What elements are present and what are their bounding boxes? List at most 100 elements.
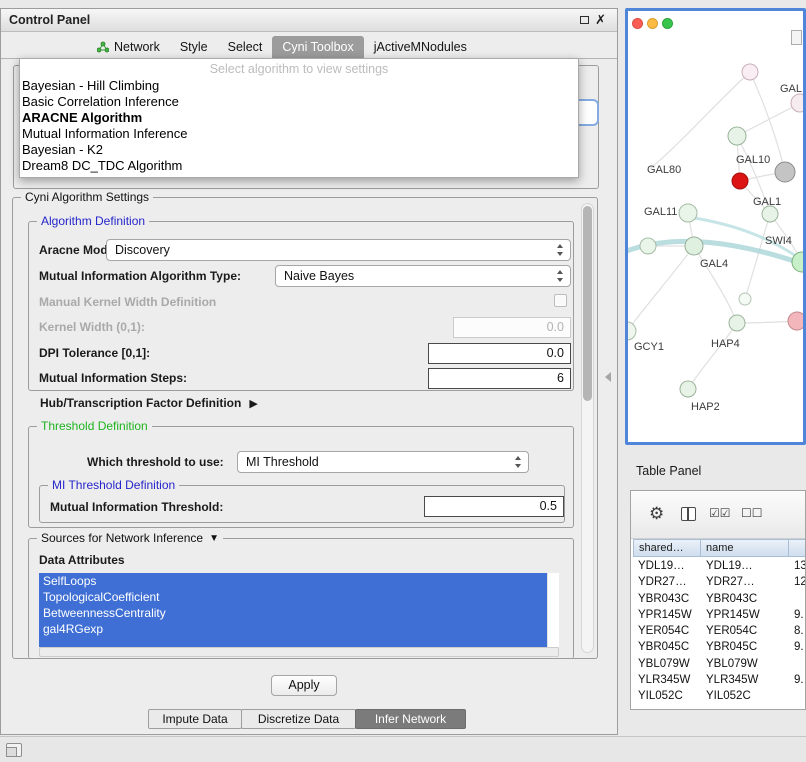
cell: 9. xyxy=(789,639,806,655)
dropdown-item[interactable]: Basic Correlation Inference xyxy=(20,94,578,110)
mi-type-select[interactable]: Naive Bayes xyxy=(275,265,571,287)
dropdown-item-selected[interactable]: ARACNE Algorithm xyxy=(20,110,578,126)
tab-cyni-toolbox[interactable]: Cyni Toolbox xyxy=(272,36,363,58)
node-label: GAL11 xyxy=(644,206,677,218)
table-row[interactable]: YBL079W YBL079W xyxy=(633,656,806,672)
column-header[interactable]: shared… xyxy=(633,539,701,557)
tab-style[interactable]: Style xyxy=(170,36,218,58)
aracne-mode-select[interactable]: Discovery xyxy=(106,239,571,261)
selected-value: MI Threshold xyxy=(246,455,319,469)
columns-icon[interactable] xyxy=(681,507,696,521)
network-node[interactable] xyxy=(739,293,751,305)
network-node-hap4[interactable] xyxy=(729,315,745,331)
sources-expander[interactable]: Sources for Network Inference ▼ xyxy=(37,531,223,545)
attribute-item-selected[interactable]: SelfLoops xyxy=(39,573,547,589)
gear-icon[interactable]: ⚙ xyxy=(649,502,664,526)
network-node-gal4[interactable] xyxy=(685,237,703,255)
table-row[interactable]: YIL052C YIL052C xyxy=(633,688,806,704)
network-node-selected-red[interactable] xyxy=(732,173,748,189)
desktop: { "window": { "title": "Control Panel" }… xyxy=(0,0,806,762)
dropdown-item[interactable]: Bayesian - K2 xyxy=(20,142,578,158)
tab-jactivemodules[interactable]: jActiveMNodules xyxy=(364,36,477,58)
cell: YBR045C xyxy=(633,639,701,655)
mi-steps-input[interactable]: 6 xyxy=(428,368,571,389)
mac-minimize-button[interactable] xyxy=(647,18,658,29)
node-label: GAL10 xyxy=(736,154,770,166)
cell: YDL19… xyxy=(633,558,701,574)
network-node-gcy1[interactable] xyxy=(628,322,636,340)
settings-scrollbar[interactable] xyxy=(581,203,594,653)
window-title: Control Panel xyxy=(9,9,90,31)
split-pane-collapse-handle[interactable] xyxy=(605,372,611,382)
cell: YDR27… xyxy=(701,574,789,590)
select-all-columns-icon[interactable]: ☑☑ xyxy=(709,506,731,520)
combo-arrows-icon xyxy=(556,270,565,282)
table-row[interactable]: YDR27… YDR27… 12 xyxy=(633,574,806,590)
attribute-item-selected[interactable]: TopologicalCoefficient xyxy=(39,589,547,605)
network-canvas[interactable]: GAL GAL80 GAL10 GAL11 GAL1 SWI4 GAL4 GCY… xyxy=(628,11,803,442)
network-node[interactable] xyxy=(742,64,758,80)
list-vertical-scrollbar[interactable] xyxy=(547,573,559,647)
float-window-icon[interactable] xyxy=(580,16,589,24)
network-node-hap2[interactable] xyxy=(680,381,696,397)
hub-definition-expander[interactable]: Hub/Transcription Factor Definition ▶ xyxy=(40,396,258,410)
network-scrollbar-nub[interactable] xyxy=(791,30,802,45)
collapsed-arrow-icon: ▶ xyxy=(249,397,257,410)
cell: YPR145W xyxy=(633,607,701,623)
data-attributes-label: Data Attributes xyxy=(39,553,125,567)
panel-dock-icon[interactable] xyxy=(6,743,22,757)
sources-group: Sources for Network Inference ▼ Data Att… xyxy=(28,538,574,659)
column-header[interactable] xyxy=(789,539,806,557)
tab-network[interactable]: Network xyxy=(87,36,170,58)
tab-infer-network[interactable]: Infer Network xyxy=(355,709,466,729)
list-horizontal-scrollbar[interactable] xyxy=(39,647,559,657)
dropdown-item[interactable]: Bayesian - Hill Climbing xyxy=(20,78,578,94)
network-node[interactable] xyxy=(728,127,746,145)
tab-label: Network xyxy=(114,36,160,58)
dropdown-item[interactable]: Mutual Information Inference xyxy=(20,126,578,142)
attribute-item-partial[interactable] xyxy=(39,637,547,647)
table-row[interactable]: YPR145W YPR145W 9. xyxy=(633,607,806,623)
network-node[interactable] xyxy=(788,312,803,330)
network-node[interactable] xyxy=(791,94,803,112)
dpi-tolerance-input[interactable]: 0.0 xyxy=(428,343,571,364)
expanded-arrow-icon: ▼ xyxy=(209,533,219,544)
bottom-dock-strip xyxy=(0,736,806,762)
table-row[interactable]: YBR043C YBR043C xyxy=(633,591,806,607)
apply-button[interactable]: Apply xyxy=(271,675,337,696)
cell xyxy=(789,591,806,607)
network-node[interactable] xyxy=(640,238,656,254)
which-threshold-select[interactable]: MI Threshold xyxy=(237,451,529,473)
network-node-gal11[interactable] xyxy=(679,204,697,222)
node-label: SWI4 xyxy=(765,235,792,247)
mac-zoom-button[interactable] xyxy=(662,18,673,29)
attribute-item-selected[interactable]: BetweennessCentrality xyxy=(39,605,547,621)
cell xyxy=(789,656,806,672)
network-node-gal1[interactable] xyxy=(762,206,778,222)
deselect-all-columns-icon[interactable]: ☐☐ xyxy=(741,506,763,520)
cell: YER054C xyxy=(633,623,701,639)
network-node-gal10[interactable] xyxy=(775,162,795,182)
mi-steps-label: Mutual Information Steps: xyxy=(39,371,187,385)
manual-kernel-checkbox[interactable] xyxy=(554,294,567,307)
table-row[interactable]: YDL19… YDL19… 13 xyxy=(633,558,806,574)
attribute-item-selected[interactable]: gal4RGexp xyxy=(39,621,547,637)
mac-close-button[interactable] xyxy=(632,18,643,29)
group-title: MI Threshold Definition xyxy=(48,478,179,492)
control-panel-window: Control Panel ✗ Network Style Select Cyn… xyxy=(0,8,618,735)
scrollbar-thumb[interactable] xyxy=(583,206,592,401)
tab-select[interactable]: Select xyxy=(218,36,273,58)
column-header[interactable]: name xyxy=(701,539,789,557)
tab-impute-data[interactable]: Impute Data xyxy=(148,709,242,729)
close-icon[interactable]: ✗ xyxy=(595,9,606,31)
table-row[interactable]: YLR345W YLR345W 9. xyxy=(633,672,806,688)
node-label: GAL4 xyxy=(700,258,728,270)
algorithm-dropdown-popup: Select algorithm to view settings Bayesi… xyxy=(19,58,579,178)
mi-threshold-input[interactable]: 0.5 xyxy=(424,496,564,517)
table-row[interactable]: YBR045C YBR045C 9. xyxy=(633,639,806,655)
dropdown-item[interactable]: Dream8 DC_TDC Algorithm xyxy=(20,158,578,174)
kernel-width-input[interactable]: 0.0 xyxy=(453,317,571,338)
cell: YIL052C xyxy=(701,688,789,704)
table-row[interactable]: YER054C YER054C 8. xyxy=(633,623,806,639)
tab-discretize-data[interactable]: Discretize Data xyxy=(241,709,356,729)
